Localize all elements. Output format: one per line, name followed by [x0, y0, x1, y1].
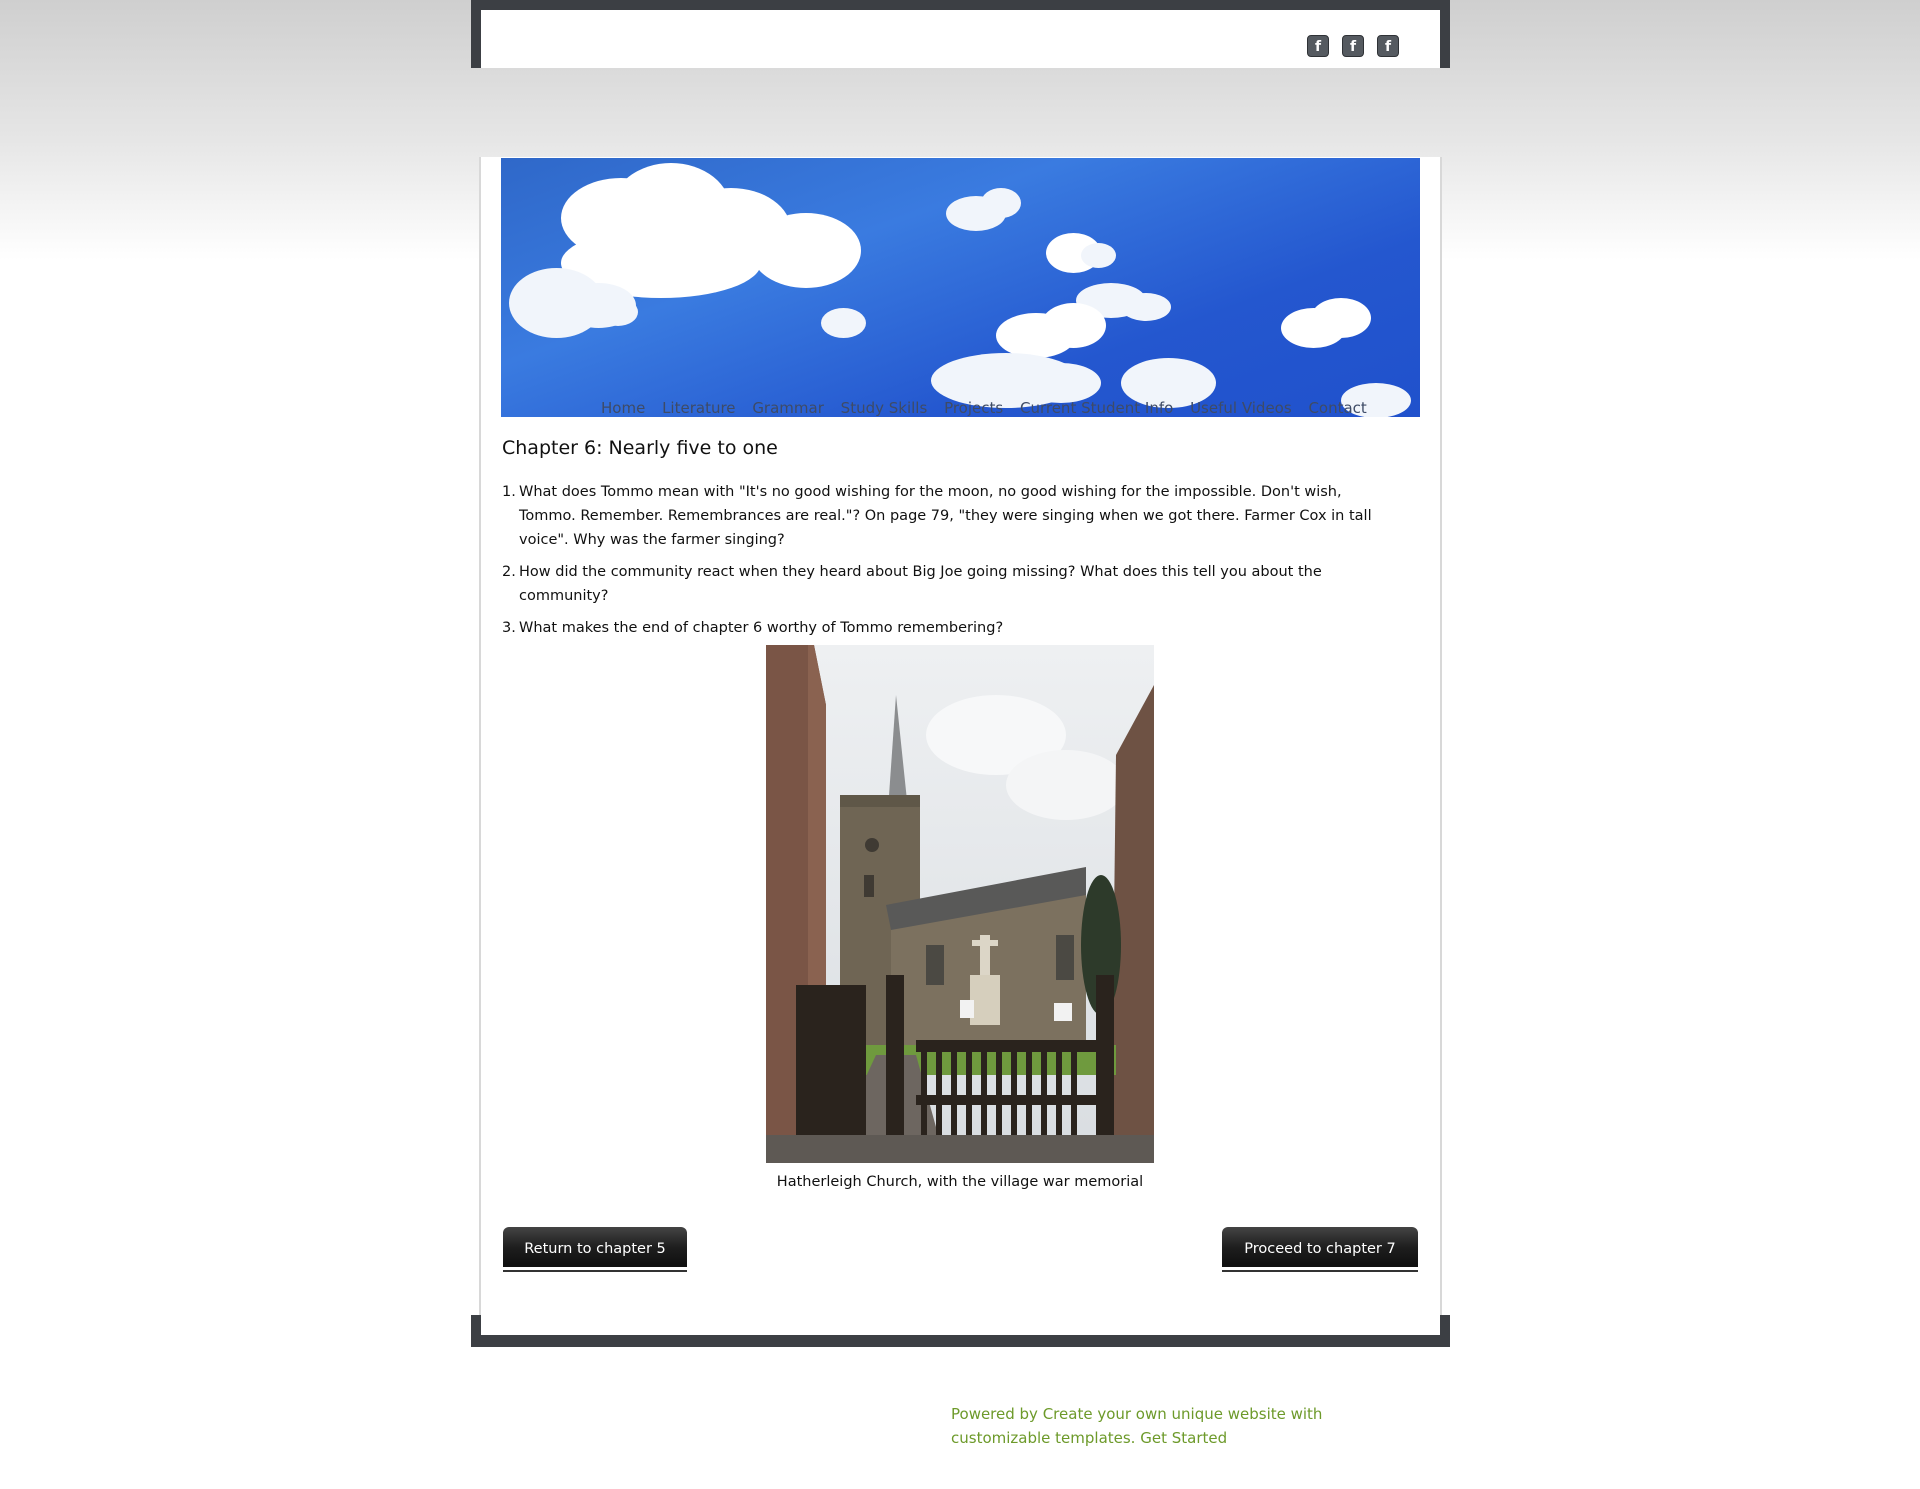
list-item: 3. What makes the end of chapter 6 worth… [502, 616, 1402, 640]
photo-caption: Hatherleigh Church, with the village war… [776, 1174, 1144, 1190]
list-number: 3. [502, 620, 516, 636]
facebook-icon[interactable]: f [1377, 35, 1399, 57]
powered-by-link[interactable]: Powered by Create your own unique websit… [951, 1402, 1411, 1450]
question-text: How did the community react when they he… [519, 564, 1322, 604]
nav-study-skills[interactable]: Study Skills [841, 399, 928, 417]
nav-home[interactable]: Home [601, 399, 645, 417]
main-nav: Home Literature Grammar Study Skills Pro… [501, 399, 1420, 417]
list-item: 2. How did the community react when they… [502, 560, 1402, 608]
proceed-to-chapter-7-button[interactable]: Proceed to chapter 7 [1222, 1227, 1418, 1267]
nav-contact[interactable]: Contact [1308, 399, 1366, 417]
nav-wrapper: Home Literature Grammar Study Skills Pro… [501, 158, 1420, 417]
footer-bar [481, 1315, 1440, 1335]
nav-useful-videos[interactable]: Useful Videos [1190, 399, 1292, 417]
nav-literature[interactable]: Literature [662, 399, 735, 417]
question-text: What does Tommo mean with "It's no good … [519, 484, 1372, 548]
question-list: 1. What does Tommo mean with "It's no go… [502, 480, 1402, 648]
list-number: 1. [502, 484, 516, 500]
question-text: What makes the end of chapter 6 worthy o… [519, 620, 1004, 636]
page-title: Chapter 6: Nearly five to one [502, 437, 778, 459]
list-item: 1. What does Tommo mean with "It's no go… [502, 480, 1402, 552]
nav-current-student-info[interactable]: Current Student Info [1020, 399, 1173, 417]
nav-projects[interactable]: Projects [944, 399, 1003, 417]
header-bar [481, 10, 1440, 68]
list-number: 2. [502, 564, 516, 580]
church-photo [766, 645, 1154, 1163]
facebook-icon[interactable]: f [1307, 35, 1329, 57]
nav-grammar[interactable]: Grammar [752, 399, 824, 417]
facebook-icon[interactable]: f [1342, 35, 1364, 57]
return-to-chapter-5-button[interactable]: Return to chapter 5 [503, 1227, 687, 1267]
